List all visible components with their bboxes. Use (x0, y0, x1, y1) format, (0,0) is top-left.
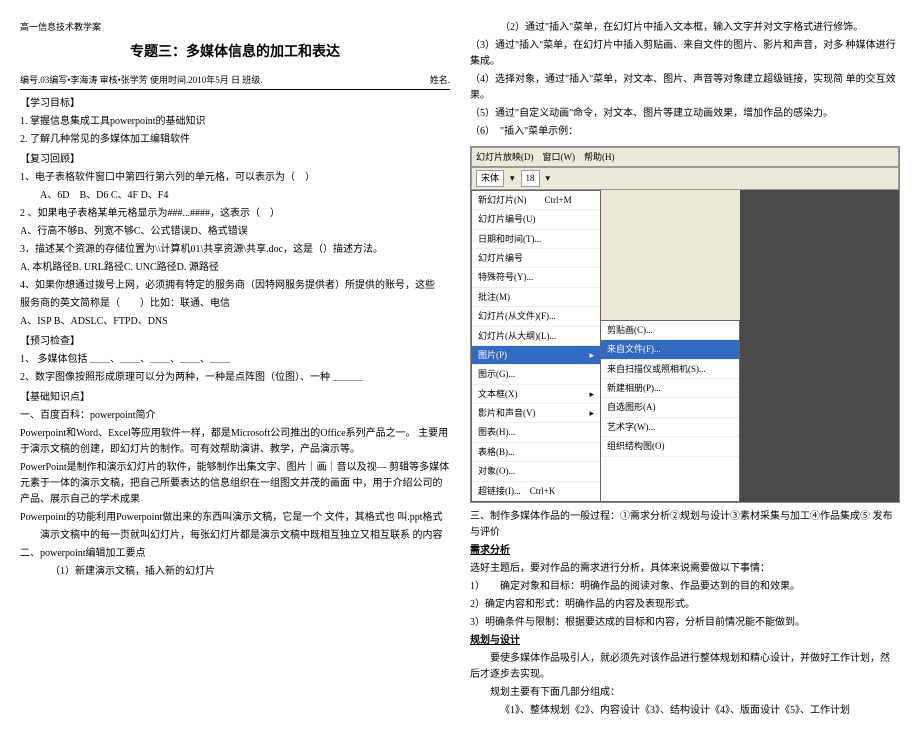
pre2: 2、数字图像按照形成原理可以分为两种，一种是点阵图（位图）、一种 ＿＿＿ (20, 370, 450, 386)
step5: （5）通过"自定义动画"命令，对文本、图片等建立动画效果，增加作品的感染力。 (470, 106, 900, 122)
rev3-opts: A. 本机路径B. URL路径C. UNC路径D. 源路径 (20, 260, 450, 276)
plan1: 要使多媒体作品吸引人，就必须先对该作品进行整体规划和精心设计，并做好工作计划，然… (470, 651, 900, 683)
size-selector[interactable]: 18 (521, 170, 540, 186)
menu-hyperlink[interactable]: 超链接(I)... Ctrl+K (472, 482, 600, 501)
menu-chart[interactable]: 图表(H)... (472, 423, 600, 442)
sub-wordart[interactable]: 艺术字(W)... (601, 418, 739, 437)
insert-menu[interactable]: 新幻灯片(N) Ctrl+M 幻灯片编号(U) 日期和时间(T)... 幻灯片编… (471, 190, 601, 502)
menu-from-file[interactable]: 幻灯片(从文件)(F)... (472, 307, 600, 326)
rev2-opts: A、行高不够B、列宽不够C、公式错误D、格式错误 (20, 224, 450, 240)
left-column: 高一信息技术教学案 专题三：多媒体信息的加工和表达 编号.03编写•李海涛 审核… (20, 20, 450, 721)
sub-orgchart[interactable]: 组织结构图(O) (601, 437, 739, 456)
sub-album[interactable]: 新建相册(P)... (601, 379, 739, 398)
pre1: 1、 多媒体包括 ＿＿、＿＿、＿＿、＿＿、＿＿ (20, 352, 450, 368)
menu-symbol[interactable]: 特殊符号(Y)... (472, 268, 600, 287)
menu-datetime[interactable]: 日期和时间(T)... (472, 230, 600, 249)
menu-textbox-label: 文本框(X) (478, 387, 518, 401)
basic-enc: 一、百度百科：powerpoint简介 (20, 408, 450, 424)
meta-line: 编号.03编写•李海涛 审核•张学芳 使用时间.2010年5月 日 班级. 姓名… (20, 73, 450, 90)
submenu-arrow-icon: ▸ (589, 348, 594, 362)
rev1: 1、电子表格软件窗口中第四行第六列的单元格，可以表示为（ ） (20, 170, 450, 186)
plan2: 规划主要有下面几部分组成： (470, 685, 900, 701)
study-goals-title: 【学习目标】 (20, 96, 450, 112)
toolbar: 宋体 ▾ 18 ▾ (471, 167, 899, 189)
doc-title: 专题三：多媒体信息的加工和表达 (20, 42, 450, 64)
font-selector[interactable]: 宋体 (476, 170, 504, 186)
rev1-opts: A、6D B、D6 C、4F D、F4 (20, 188, 450, 204)
sub-autoshape[interactable]: 自选图形(A) (601, 398, 739, 417)
doc-header: 高一信息技术教学案 (20, 20, 450, 34)
para3: Powerpoint的功能利用Powerpoint做出来的东西叫演示文稿，它是一… (20, 510, 450, 526)
process: 三、制作多媒体作品的一般过程：①需求分析②规划与设计③素材采集与加工④作品集成⑤… (470, 509, 900, 541)
menu-slide-number[interactable]: 幻灯片编号 (472, 249, 600, 268)
para1: Powerpoint和Word、Excel等应用软件一样，都是Microsoft… (20, 426, 450, 458)
step2: （2）通过"插入"菜单，在幻灯片中插入文本框，输入文字并对文字格式进行修饰。 (470, 20, 900, 36)
menu-picture-label: 图片(P) (478, 348, 507, 362)
rev4-opts: A、ISP B、ADSLC、FTPD、DNS (20, 314, 450, 330)
menu-slide-num[interactable]: 幻灯片编号(U) (472, 210, 600, 229)
right-column: （2）通过"插入"菜单，在幻灯片中插入文本框，输入文字并对文字格式进行修饰。 （… (470, 20, 900, 721)
step4: （4）选择对象，通过"插入"菜单，对文本、图片、声音等对象建立超级链接，实现简 … (470, 72, 900, 104)
goal-2: 2. 了解几种常见的多媒体加工编辑软件 (20, 132, 450, 148)
sub-scanner[interactable]: 来自扫描仪或照相机(S)... (601, 360, 739, 379)
meta-right: 姓名. (430, 73, 450, 87)
review-title: 【复习回顾】 (20, 152, 450, 168)
menu-movie-label: 影片和声音(V) (478, 406, 536, 420)
menu-from-outline[interactable]: 幻灯片(从大纲)(L)... (472, 327, 600, 346)
sub-from-file[interactable]: 来自文件(F)... (601, 340, 739, 359)
app-menu-bar: 幻灯片放映(D) 窗口(W) 帮助(H) (471, 147, 899, 167)
preview-title: 【预习检查】 (20, 334, 450, 350)
need1: 选好主题后，要对作品的需求进行分析，具体来说需要做以下事情： (470, 561, 900, 577)
submenu-arrow-icon: ▸ (589, 387, 594, 401)
meta-left: 编号.03编写•李海涛 审核•张学芳 使用时间.2010年5月 日 班级. (20, 73, 263, 87)
plan-title: 规划与设计 (470, 633, 900, 649)
menu-picture[interactable]: 图片(P) ▸ (472, 346, 600, 365)
para2: PowerPoint是制作和演示幻灯片的软件，能够制作出集文字、图片｜画｜音以及… (20, 460, 450, 508)
menu-bar-text: 幻灯片放映(D) 窗口(W) 帮助(H) (476, 150, 614, 164)
menu-table[interactable]: 表格(B)... (472, 443, 600, 462)
basic2: 二、powerpoint编辑加工要点 (20, 546, 450, 562)
step1: （1）新建演示文稿，插入新的幻灯片 (20, 564, 450, 580)
rev4: 4、如果你想通过拨号上网，必须拥有特定的服务商（因特网服务提供者）所提供的账号，… (20, 278, 450, 294)
basic-title: 【基础知识点】 (20, 390, 450, 406)
picture-submenu[interactable]: 剪贴画(C)... 来自文件(F)... 来自扫描仪或照相机(S)... 新建相… (600, 320, 740, 502)
need-p2: 2）确定内容和形式：明确作品的内容及表现形式。 (470, 597, 900, 613)
menu-comment[interactable]: 批注(M) (472, 288, 600, 307)
slide-area (740, 190, 899, 502)
need-p3: 3）明确条件与限制：根据要达成的目标和内容，分析目前情况能不能做到。 (470, 615, 900, 631)
need-p1: 1） 确定对象和目标：明确作品的阅读对象、作品要达到的目的和效果。 (470, 579, 900, 595)
submenu-arrow-icon: ▸ (589, 406, 594, 420)
rev3: 3．描述某个资源的存储位置为\\计算机01\共享资源\共享.doc，这是（）描述… (20, 242, 450, 258)
para4: 演示文稿中的每一页就叫幻灯片，每张幻灯片都是演示文稿中既相互独立又相互联系 的内… (20, 528, 450, 544)
goal-1: 1. 掌握信息集成工具powerpoint的基础知识 (20, 114, 450, 130)
menu-new-slide[interactable]: 新幻灯片(N) Ctrl+M (472, 191, 600, 210)
menu-screenshot: 幻灯片放映(D) 窗口(W) 帮助(H) 宋体 ▾ 18 ▾ 新幻灯片(N) C… (470, 146, 900, 503)
rev4-cont: 服务商的英文简称是（ ）比如：联通、电信 (20, 296, 450, 312)
rev2: 2 、如果电子表格某单元格显示为###...####，这表示（ ） (20, 206, 450, 222)
menu-diagram[interactable]: 图示(G)... (472, 365, 600, 384)
menu-textbox[interactable]: 文本框(X) ▸ (472, 385, 600, 404)
step6: （6） "插入"菜单示例： (470, 124, 900, 140)
step3: （3）通过"插入"菜单，在幻灯片中插入剪贴画、来自文件的图片、影片和声音，对多 … (470, 38, 900, 70)
plan3: 《1》、整体规划《2》、内容设计《3》、结构设计《4》、版面设计《5》、工作计划 (470, 703, 900, 719)
menu-area: 新幻灯片(N) Ctrl+M 幻灯片编号(U) 日期和时间(T)... 幻灯片编… (471, 190, 899, 502)
menu-object[interactable]: 对象(O)... (472, 462, 600, 481)
sub-clipart[interactable]: 剪贴画(C)... (601, 321, 739, 340)
need-title: 需求分析 (470, 543, 900, 559)
menu-movie-sound[interactable]: 影片和声音(V) ▸ (472, 404, 600, 423)
